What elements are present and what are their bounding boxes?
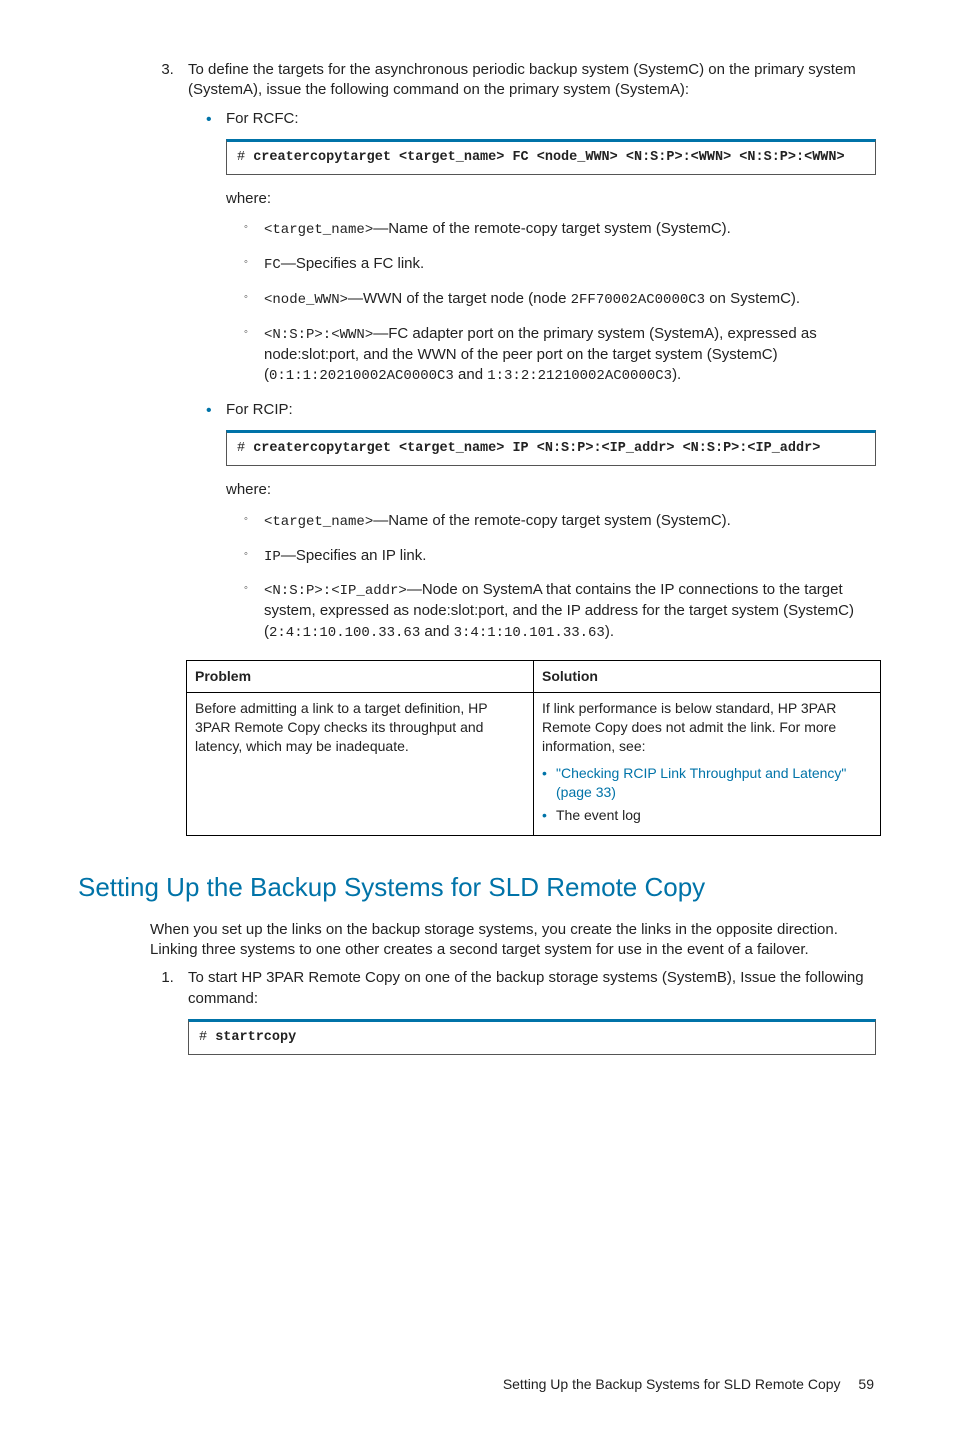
rcfc-command: creatercopytarget <target_name> FC <node… [253,150,844,165]
footer-text: Setting Up the Backup Systems for SLD Re… [503,1376,841,1392]
rcfc-codebox: # creatercopytarget <target_name> FC <no… [226,139,876,175]
code: FC [264,257,281,273]
rcip-param-target: <target_name>—Name of the remote-copy ta… [264,511,876,532]
td-solution: If link performance is below standard, H… [534,693,881,835]
rcfc-param-target: <target_name>—Name of the remote-copy ta… [264,219,876,240]
th-problem: Problem [187,661,534,693]
desc: and [454,366,487,383]
sol-intro: If link performance is below standard, H… [542,700,836,754]
desc: —Name of the remote-copy target system (… [373,512,731,529]
rcfc-param-nsp: <N:S:P>:<WWN>—FC adapter port on the pri… [264,324,876,386]
step-1: To start HP 3PAR Remote Copy on one of t… [178,968,876,1055]
cmd-prefix: # [237,150,253,165]
problem-solution-table: Problem Solution Before admitting a link… [186,660,881,835]
rcfc-param-wwn: <node_WWN>—WWN of the target node (node … [264,289,876,310]
page-footer: Setting Up the Backup Systems for SLD Re… [78,1375,876,1394]
section-heading: Setting Up the Backup Systems for SLD Re… [78,870,876,905]
desc: and [420,623,453,640]
rcip-label: For RCIP: [226,401,293,418]
section-intro: When you set up the links on the backup … [150,920,876,961]
desc: —Specifies an IP link. [281,547,427,564]
rcip-command: creatercopytarget <target_name> IP <N:S:… [253,441,820,456]
code: 2:4:1:10.100.33.63 [269,625,420,641]
rcip-param-nsp: <N:S:P>:<IP_addr>—Node on SystemA that c… [264,580,876,642]
rcfc-item: For RCFC: # creatercopytarget <target_na… [226,109,876,386]
code: IP [264,549,281,565]
code: 1:3:2:21210002AC0000C3 [487,368,672,384]
rcfc-param-fc: FC—Specifies a FC link. [264,254,876,275]
startrcopy-command: startrcopy [215,1030,296,1045]
cmd-prefix: # [199,1030,215,1045]
rcip-param-ip: IP—Specifies an IP link. [264,546,876,567]
code: 3:4:1:10.101.33.63 [454,625,605,641]
desc: —WWN of the target node (node [348,290,571,307]
code: 2FF70002AC0000C3 [571,292,705,308]
step-3: To define the targets for the asynchrono… [178,60,876,642]
sol-link[interactable]: "Checking RCIP Link Throughput and Laten… [556,765,846,800]
desc: —Specifies a FC link. [281,255,424,272]
cmd-prefix: # [237,441,253,456]
rcip-item: For RCIP: # creatercopytarget <target_na… [226,400,876,643]
code: <target_name> [264,514,373,530]
code: <target_name> [264,222,373,238]
desc: on SystemC). [705,290,800,307]
td-problem: Before admitting a link to a target defi… [187,693,534,835]
sol-link-item: "Checking RCIP Link Throughput and Laten… [556,764,872,802]
desc: —Name of the remote-copy target system (… [373,220,731,237]
rcfc-label: For RCFC: [226,110,299,127]
sol-log-item: The event log [556,806,872,825]
step-3-text: To define the targets for the asynchrono… [188,61,856,98]
code: 0:1:1:20210002AC0000C3 [269,368,454,384]
code: <N:S:P>:<WWN> [264,327,373,343]
startrcopy-codebox: # startrcopy [188,1019,876,1055]
step-1-text: To start HP 3PAR Remote Copy on one of t… [188,969,864,1006]
desc: ). [605,623,614,640]
rcip-where: where: [226,480,876,500]
code: <N:S:P>:<IP_addr> [264,583,407,599]
desc: ). [672,366,681,383]
rcip-codebox: # creatercopytarget <target_name> IP <N:… [226,430,876,466]
th-solution: Solution [534,661,881,693]
page-number: 59 [858,1376,874,1392]
code: <node_WWN> [264,292,348,308]
rcfc-where: where: [226,189,876,209]
